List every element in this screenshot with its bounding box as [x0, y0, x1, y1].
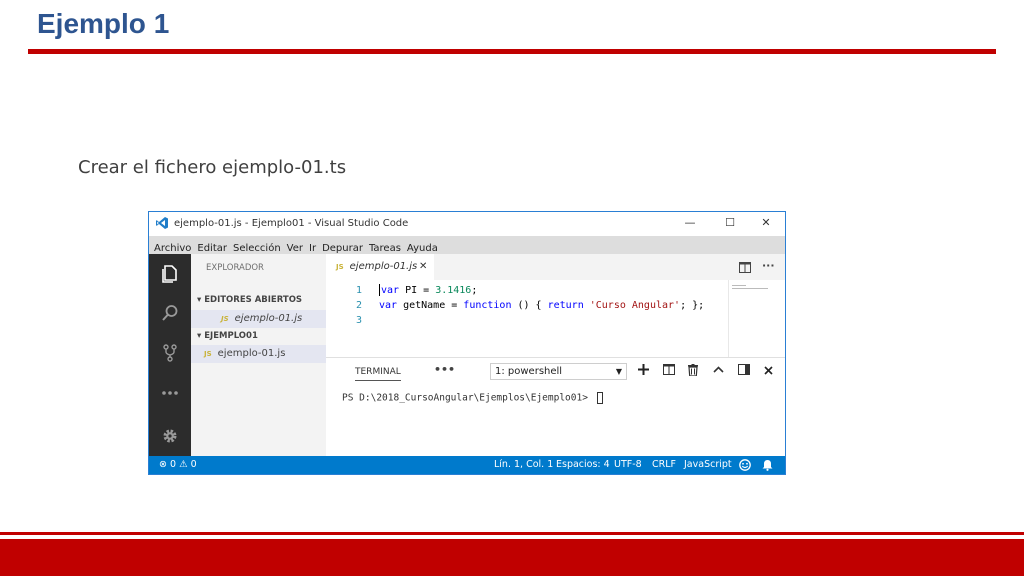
slide-title: Ejemplo 1 — [37, 8, 170, 39]
line-number: 2 — [355, 300, 362, 311]
toggle-panel-position-icon[interactable] — [738, 364, 750, 375]
menu-bar: Archivo Editar Selección Ver Ir Depurar Tareas… — [149, 236, 785, 254]
footer-divider — [0, 532, 1024, 535]
open-editor-item[interactable]: JS ejemplo-01.js — [191, 310, 326, 328]
more-icon[interactable] — [160, 383, 180, 403]
warning-icon: ⚠ — [179, 459, 188, 470]
gear-icon[interactable] — [160, 426, 180, 446]
terminal-select-value: 1: powershell — [495, 366, 563, 377]
title-bar: ejemplo-01.js - Ejemplo01 - Visual Studi… — [149, 212, 785, 236]
language-mode[interactable]: JavaScript — [684, 459, 732, 470]
bell-icon[interactable] — [762, 459, 773, 471]
code-text: var PI = 3.1416; — [379, 284, 478, 296]
indentation-status[interactable]: Espacios: 4 — [556, 459, 610, 470]
close-button[interactable]: ✕ — [759, 216, 773, 230]
tab-ejemplo-01[interactable]: JS ejemplo-01.js ✕ — [326, 254, 434, 280]
explorer-icon[interactable] — [160, 264, 180, 284]
menu-editar[interactable]: Editar — [194, 240, 230, 254]
code-text: var getName = function () { return 'Curs… — [379, 300, 705, 311]
menu-ver[interactable]: Ver — [284, 240, 306, 254]
file-item[interactable]: JS ejemplo-01.js — [191, 345, 326, 363]
activity-bar — [149, 254, 191, 456]
folder-section[interactable]: ▾ EJEMPLO01 — [191, 328, 326, 344]
title-divider — [28, 49, 996, 54]
split-editor-icon[interactable] — [739, 262, 751, 273]
cursor-position[interactable]: Lín. 1, Col. 1 — [494, 459, 553, 470]
minimize-button[interactable]: — — [683, 216, 697, 230]
menu-tareas[interactable]: Tareas — [366, 240, 404, 254]
code-editor[interactable]: 1 var PI = 3.1416; 2 var getName = function… — [326, 280, 785, 357]
eol-status[interactable]: CRLF — [652, 459, 676, 470]
more-panels-icon[interactable]: ••• — [434, 363, 455, 376]
explorer-header: EXPLORADOR — [206, 263, 264, 273]
line-number: 3 — [355, 315, 362, 326]
close-panel-icon[interactable] — [764, 366, 773, 375]
terminal-prompt: PS D:\2018_CursoAngular\Ejemplos\Ejemplo… — [342, 392, 594, 404]
vscode-logo-icon — [156, 217, 168, 229]
line-number: 1 — [355, 285, 362, 296]
problems-indicator[interactable]: ⊗ 0 ⚠ 0 — [159, 459, 197, 470]
status-bar: ⊗ 0 ⚠ 0 Lín. 1, Col. 1 Espacios: 4 UTF-8… — [149, 456, 785, 474]
text-cursor — [379, 284, 380, 296]
error-count: 0 — [170, 459, 177, 470]
open-editor-file-name: ejemplo-01.js — [234, 313, 303, 324]
file-name: ejemplo-01.js — [217, 348, 286, 359]
js-file-icon: JS — [221, 315, 229, 323]
slide-subtitle: Crear el fichero ejemplo-01.ts — [78, 157, 347, 178]
error-icon: ⊗ — [159, 459, 167, 470]
folder-label: EJEMPLO01 — [204, 331, 258, 341]
tab-label: ejemplo-01.js — [349, 261, 418, 272]
menu-ayuda[interactable]: Ayuda — [404, 240, 441, 254]
terminal-panel: TERMINAL ••• 1: powershell ▼ PS D:\2018_… — [326, 357, 785, 456]
terminal-cursor — [596, 392, 603, 404]
editor-area: JS ejemplo-01.js ✕ ··· 1 var PI = 3.1416; 2… — [326, 254, 785, 357]
split-terminal-icon[interactable] — [663, 364, 675, 375]
close-icon[interactable]: ✕ — [419, 254, 427, 280]
vscode-window: ejemplo-01.js - Ejemplo01 - Visual Studi… — [148, 211, 786, 475]
chevron-down-icon: ▼ — [615, 367, 622, 376]
terminal-output[interactable]: PS D:\2018_CursoAngular\Ejemplos\Ejemplo… — [342, 392, 603, 404]
menu-seleccion[interactable]: Selección — [230, 240, 284, 254]
js-file-icon: JS — [204, 350, 212, 358]
window-title: ejemplo-01.js - Ejemplo01 - Visual Studi… — [174, 218, 409, 229]
source-control-icon[interactable] — [160, 343, 180, 363]
chevron-up-icon[interactable] — [713, 366, 724, 373]
encoding-status[interactable]: UTF-8 — [614, 459, 642, 470]
open-editors-label: EDITORES ABIERTOS — [204, 295, 303, 305]
minimap[interactable] — [728, 280, 778, 357]
more-actions-icon[interactable]: ··· — [762, 259, 775, 272]
maximize-button[interactable]: ☐ — [723, 216, 737, 230]
menu-depurar[interactable]: Depurar — [319, 240, 366, 254]
tab-bar: JS ejemplo-01.js ✕ ··· — [326, 254, 785, 280]
menu-ir[interactable]: Ir — [306, 240, 319, 254]
js-file-icon: JS — [336, 263, 344, 271]
footer-band — [0, 539, 1024, 576]
tab-terminal[interactable]: TERMINAL — [355, 367, 401, 381]
plus-icon[interactable] — [638, 364, 649, 375]
search-icon[interactable] — [160, 303, 180, 323]
trash-icon[interactable] — [688, 364, 698, 376]
open-editors-section[interactable]: ▾ EDITORES ABIERTOS — [191, 292, 326, 308]
terminal-select[interactable]: 1: powershell ▼ — [490, 363, 627, 380]
explorer-sidebar: EXPLORADOR ▾ EDITORES ABIERTOS JS ejemplo… — [191, 254, 326, 456]
warning-count: 0 — [190, 459, 197, 470]
smiley-feedback-icon[interactable] — [739, 459, 751, 471]
menu-archivo[interactable]: Archivo — [149, 240, 194, 254]
